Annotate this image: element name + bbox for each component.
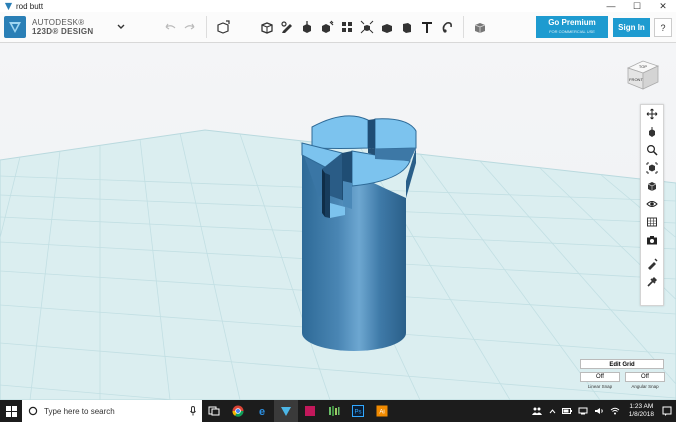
text-icon[interactable] xyxy=(417,15,437,39)
snap-icon[interactable] xyxy=(437,15,457,39)
sketch-icon[interactable] xyxy=(277,15,297,39)
toolbar-divider-2 xyxy=(463,16,464,38)
toolbar-divider xyxy=(206,16,207,38)
maximize-button[interactable]: ☐ xyxy=(624,0,650,12)
edit-grid-panel: Edit Grid Off Linear Snap Off Angular Sn… xyxy=(580,359,665,395)
linear-snap-value[interactable]: Off xyxy=(580,372,620,382)
window-title: rod butt xyxy=(16,1,44,11)
svg-text:Ps: Ps xyxy=(354,410,361,416)
view-mode-icon[interactable] xyxy=(641,177,663,195)
navigation-bar xyxy=(640,104,664,306)
pattern-icon[interactable] xyxy=(337,15,357,39)
close-button[interactable]: ✕ xyxy=(650,0,676,12)
clock-date: 1/8/2018 xyxy=(628,411,654,418)
task-view-icon[interactable] xyxy=(202,400,226,422)
windows-start-icon[interactable] xyxy=(0,400,22,422)
chrome-icon[interactable] xyxy=(226,400,250,422)
fit-icon[interactable] xyxy=(641,159,663,177)
battery-icon[interactable] xyxy=(561,408,572,414)
people-icon[interactable] xyxy=(531,407,542,415)
primitives-icon[interactable] xyxy=(257,15,277,39)
angular-snap-label: Angular Snap xyxy=(631,384,659,389)
combine-icon[interactable] xyxy=(377,15,397,39)
taskbar-search-box[interactable]: Type here to search xyxy=(22,400,202,422)
minimize-button[interactable]: — xyxy=(598,0,624,12)
logo-line1: AUTODESK® xyxy=(32,18,85,27)
chevron-up-icon[interactable] xyxy=(549,408,556,414)
app-logo[interactable]: AUTODESK® 123D® DESIGN xyxy=(4,12,114,42)
help-button[interactable]: ? xyxy=(654,18,672,37)
svg-text:Ai: Ai xyxy=(379,410,384,416)
app-taskbar-icon-pink[interactable] xyxy=(298,400,322,422)
snap-tool-icon[interactable] xyxy=(641,255,663,273)
pan-icon[interactable] xyxy=(641,105,663,123)
material-icon[interactable] xyxy=(470,15,490,39)
wifi-icon[interactable] xyxy=(610,407,620,415)
illustrator-icon[interactable]: Ai xyxy=(370,400,394,422)
taskbar-clock[interactable]: 1:23 AM 1/8/2018 xyxy=(629,403,654,419)
undo-icon[interactable] xyxy=(160,15,180,39)
app-icon xyxy=(3,1,13,11)
settings-tool-icon[interactable] xyxy=(641,273,663,291)
clock-time: 1:23 AM xyxy=(629,403,654,410)
logo-mark-icon xyxy=(4,16,26,38)
orbit-icon[interactable] xyxy=(641,123,663,141)
view-cube[interactable]: TOP FRONT xyxy=(626,60,660,90)
camera-icon[interactable] xyxy=(641,231,663,249)
zoom-icon[interactable] xyxy=(641,141,663,159)
app-menu-chevron-down-icon[interactable] xyxy=(116,12,126,42)
materials-icon[interactable] xyxy=(641,213,663,231)
3d-viewport[interactable]: TOP FRONT xyxy=(0,43,676,400)
search-icon xyxy=(28,406,38,416)
linear-snap-label: Linear Snap xyxy=(587,384,613,389)
notifications-icon[interactable] xyxy=(662,406,672,416)
volume-icon[interactable] xyxy=(594,407,604,415)
go-premium-sublabel: FOR COMMERCIAL USE xyxy=(549,29,595,34)
app-taskbar-icon-green[interactable] xyxy=(322,400,346,422)
system-tray: 1:23 AM 1/8/2018 xyxy=(528,400,676,422)
redo-icon[interactable] xyxy=(180,15,200,39)
network-icon[interactable] xyxy=(578,407,588,415)
123d-design-taskbar-icon[interactable] xyxy=(274,400,298,422)
logo-line2: 123D® DESIGN xyxy=(32,27,94,36)
viewcube-front-label: FRONT xyxy=(629,77,643,82)
edit-grid-button[interactable]: Edit Grid xyxy=(580,359,664,369)
go-premium-button[interactable]: Go Premium FOR COMMERCIAL USE xyxy=(536,16,608,38)
construct-icon[interactable] xyxy=(297,15,317,39)
visibility-eye-icon[interactable] xyxy=(641,195,663,213)
search-placeholder: Type here to search xyxy=(44,406,115,416)
sign-in-button[interactable]: Sign In xyxy=(613,18,650,37)
measure-icon[interactable] xyxy=(397,15,417,39)
microphone-icon[interactable] xyxy=(190,406,196,416)
scene-canvas[interactable]: TOP FRONT xyxy=(0,43,676,400)
windows-taskbar: Type here to search e Ps Ai 1:23 AM 1/8/… xyxy=(0,400,676,422)
photoshop-icon[interactable]: Ps xyxy=(346,400,370,422)
modify-icon[interactable] xyxy=(317,15,337,39)
angular-snap-value[interactable]: Off xyxy=(625,372,665,382)
transform-icon[interactable] xyxy=(213,15,233,39)
grouping-icon[interactable] xyxy=(357,15,377,39)
viewcube-top-label: TOP xyxy=(639,64,647,69)
edge-icon[interactable]: e xyxy=(250,400,274,422)
svg-text:e: e xyxy=(259,406,265,417)
go-premium-label: Go Premium xyxy=(548,18,596,27)
